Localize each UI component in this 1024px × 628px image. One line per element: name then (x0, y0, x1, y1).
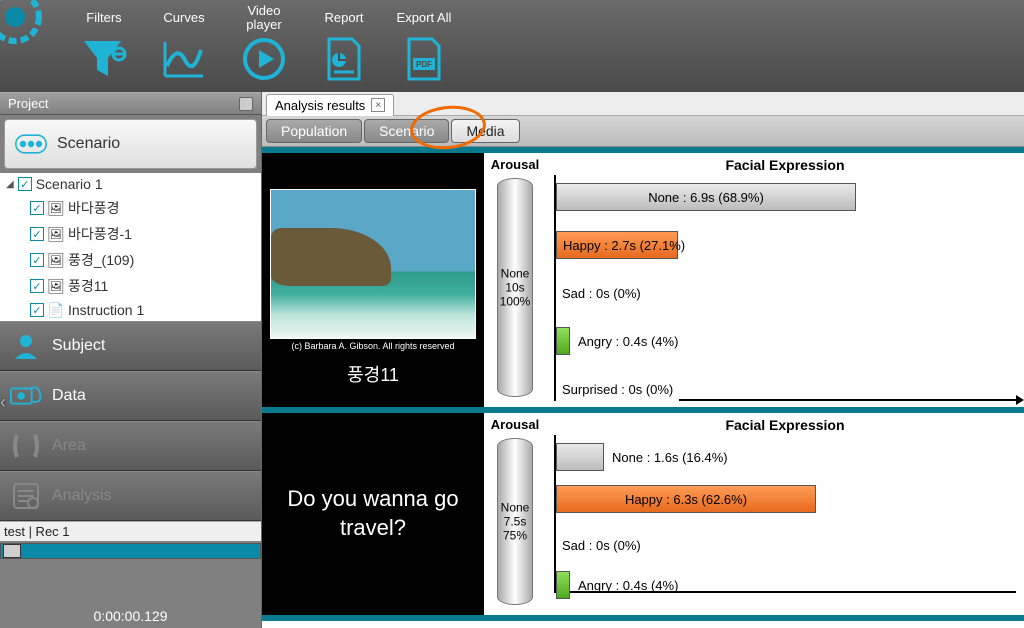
bar-surprised: Surprised : 0s (0%) (556, 375, 679, 403)
data-icon (10, 380, 42, 412)
section-analysis-label: Analysis (52, 487, 112, 505)
tree-item[interactable]: ✓🖼바다풍경-1 (0, 221, 261, 247)
video-player-button[interactable]: Video player (228, 2, 300, 84)
section-data-label: Data (52, 387, 86, 405)
close-icon[interactable]: × (371, 98, 385, 112)
timeline-handle[interactable] (3, 544, 21, 558)
svg-text:PDF: PDF (416, 60, 432, 69)
bar-none (556, 443, 604, 471)
arousal-value: None 7.5s 75% (498, 500, 532, 543)
curves-label: Curves (163, 2, 204, 34)
bar-angry (556, 571, 570, 599)
section-scenario-label: Scenario (57, 135, 120, 153)
subject-icon (10, 330, 42, 362)
subtab-scenario[interactable]: Scenario (364, 119, 449, 143)
section-analysis[interactable]: Analysis (0, 471, 261, 521)
play-circle-icon (239, 34, 289, 84)
bar-sad: Sad : 0s (0%) (556, 279, 647, 307)
section-subject[interactable]: Subject (0, 321, 261, 371)
scenario-tree: ◢✓Scenario 1 ✓🖼바다풍경 ✓🖼바다풍경-1 ✓🖼풍경_(109) … (0, 173, 261, 321)
thumbnail-text: Do you wanna go travel? (262, 465, 484, 562)
image-icon: 🖼 (48, 226, 64, 242)
axis-arrow-icon (1016, 395, 1024, 405)
thumbnail-label: 풍경11 (347, 351, 399, 397)
project-panel-header: Project (0, 92, 261, 115)
section-subject-label: Subject (52, 337, 105, 355)
subtab-media[interactable]: Media (451, 119, 519, 143)
arousal-gauge: None 7.5s 75% (497, 438, 533, 605)
results-list: (c) Barbara A. Gibson. All rights reserv… (262, 147, 1024, 628)
video-player-label: Video player (228, 2, 300, 34)
curves-icon (159, 34, 209, 84)
facial-expression-chart: Facial Expression None : 6.9s (68.9%) Ha… (546, 153, 1024, 407)
export-all-button[interactable]: Export All PDF (388, 2, 460, 84)
export-all-label: Export All (397, 2, 452, 34)
bar-none: None : 6.9s (68.9%) (556, 183, 856, 211)
bar-angry (556, 327, 570, 355)
tree-item[interactable]: ✓🖼바다풍경 (0, 195, 261, 221)
section-area-label: Area (52, 437, 86, 455)
timeline-slider[interactable] (0, 543, 261, 559)
recording-label: test | Rec 1 (0, 521, 261, 541)
tree-root[interactable]: ◢✓Scenario 1 (0, 173, 261, 195)
arousal-title: Arousal (491, 417, 539, 432)
media-row: Do you wanna go travel? Arousal None 7.5… (262, 413, 1024, 621)
media-row: (c) Barbara A. Gibson. All rights reserv… (262, 147, 1024, 413)
sidebar: ‹ Project Scenario ◢✓Scenario 1 ✓🖼바다풍경 ✓… (0, 92, 262, 628)
area-icon (10, 430, 42, 462)
document-icon: 📄 (48, 302, 64, 318)
report-label: Report (324, 2, 363, 34)
timecode: 0:00:00.129 (0, 594, 261, 628)
section-scenario[interactable]: Scenario (4, 119, 257, 169)
arousal-gauge: None 10s 100% (497, 178, 533, 397)
thumbnail-credit: (c) Barbara A. Gibson. All rights reserv… (291, 341, 454, 351)
chart-title: Facial Expression (554, 157, 1016, 173)
analysis-icon (10, 480, 42, 512)
chart-title: Facial Expression (554, 417, 1016, 433)
tree-item[interactable]: ✓📄Instruction 1 (0, 299, 261, 321)
media-thumbnail: Do you wanna go travel? (262, 413, 484, 615)
project-title: Project (8, 96, 48, 111)
main-toolbar: Filters Curves Video player Report Expor… (0, 0, 1024, 92)
report-button[interactable]: Report (308, 2, 380, 84)
facial-expression-chart: Facial Expression None : 1.6s (16.4%) Ha… (546, 413, 1024, 615)
bar-sad: Sad : 0s (0%) (556, 531, 647, 559)
arousal-column: Arousal None 10s 100% (484, 153, 546, 407)
filters-button[interactable]: Filters (68, 2, 140, 84)
app-logo (0, 2, 60, 62)
bar-happy: Happy : 6.3s (62.6%) (556, 485, 816, 513)
subtab-population[interactable]: Population (266, 119, 362, 143)
arousal-column: Arousal None 7.5s 75% (484, 413, 546, 615)
image-icon: 🖼 (48, 200, 64, 216)
pin-icon[interactable] (239, 97, 253, 111)
image-icon: 🖼 (48, 278, 64, 294)
curves-button[interactable]: Curves (148, 2, 220, 84)
chart-body: None : 1.6s (16.4%) Happy : 6.3s (62.6%)… (554, 435, 1016, 593)
document-tabs: Analysis results × (262, 92, 1024, 116)
section-data[interactable]: Data (0, 371, 261, 421)
arousal-value: None 10s 100% (498, 266, 532, 309)
pdf-icon: PDF (399, 34, 449, 84)
filters-label: Filters (86, 2, 121, 34)
report-icon (319, 34, 369, 84)
tree-item[interactable]: ✓🖼풍경11 (0, 273, 261, 299)
collapse-handle-icon[interactable]: ‹ (0, 392, 6, 413)
tab-analysis-results[interactable]: Analysis results × (266, 94, 394, 116)
thumbnail-image (270, 189, 476, 339)
tree-item[interactable]: ✓🖼풍경_(109) (0, 247, 261, 273)
sub-tabs: Population Scenario Media (262, 116, 1024, 147)
funnel-icon (79, 34, 129, 84)
content-area: Analysis results × Population Scenario M… (262, 92, 1024, 628)
scenario-icon (15, 128, 47, 160)
media-thumbnail: (c) Barbara A. Gibson. All rights reserv… (262, 153, 484, 407)
bar-happy: Happy : 2.7s (27.1%) (556, 231, 678, 259)
chart-body: None : 6.9s (68.9%) Happy : 2.7s (27.1%)… (554, 175, 1016, 401)
section-area[interactable]: Area (0, 421, 261, 471)
arousal-title: Arousal (491, 157, 539, 172)
image-icon: 🖼 (48, 252, 64, 268)
